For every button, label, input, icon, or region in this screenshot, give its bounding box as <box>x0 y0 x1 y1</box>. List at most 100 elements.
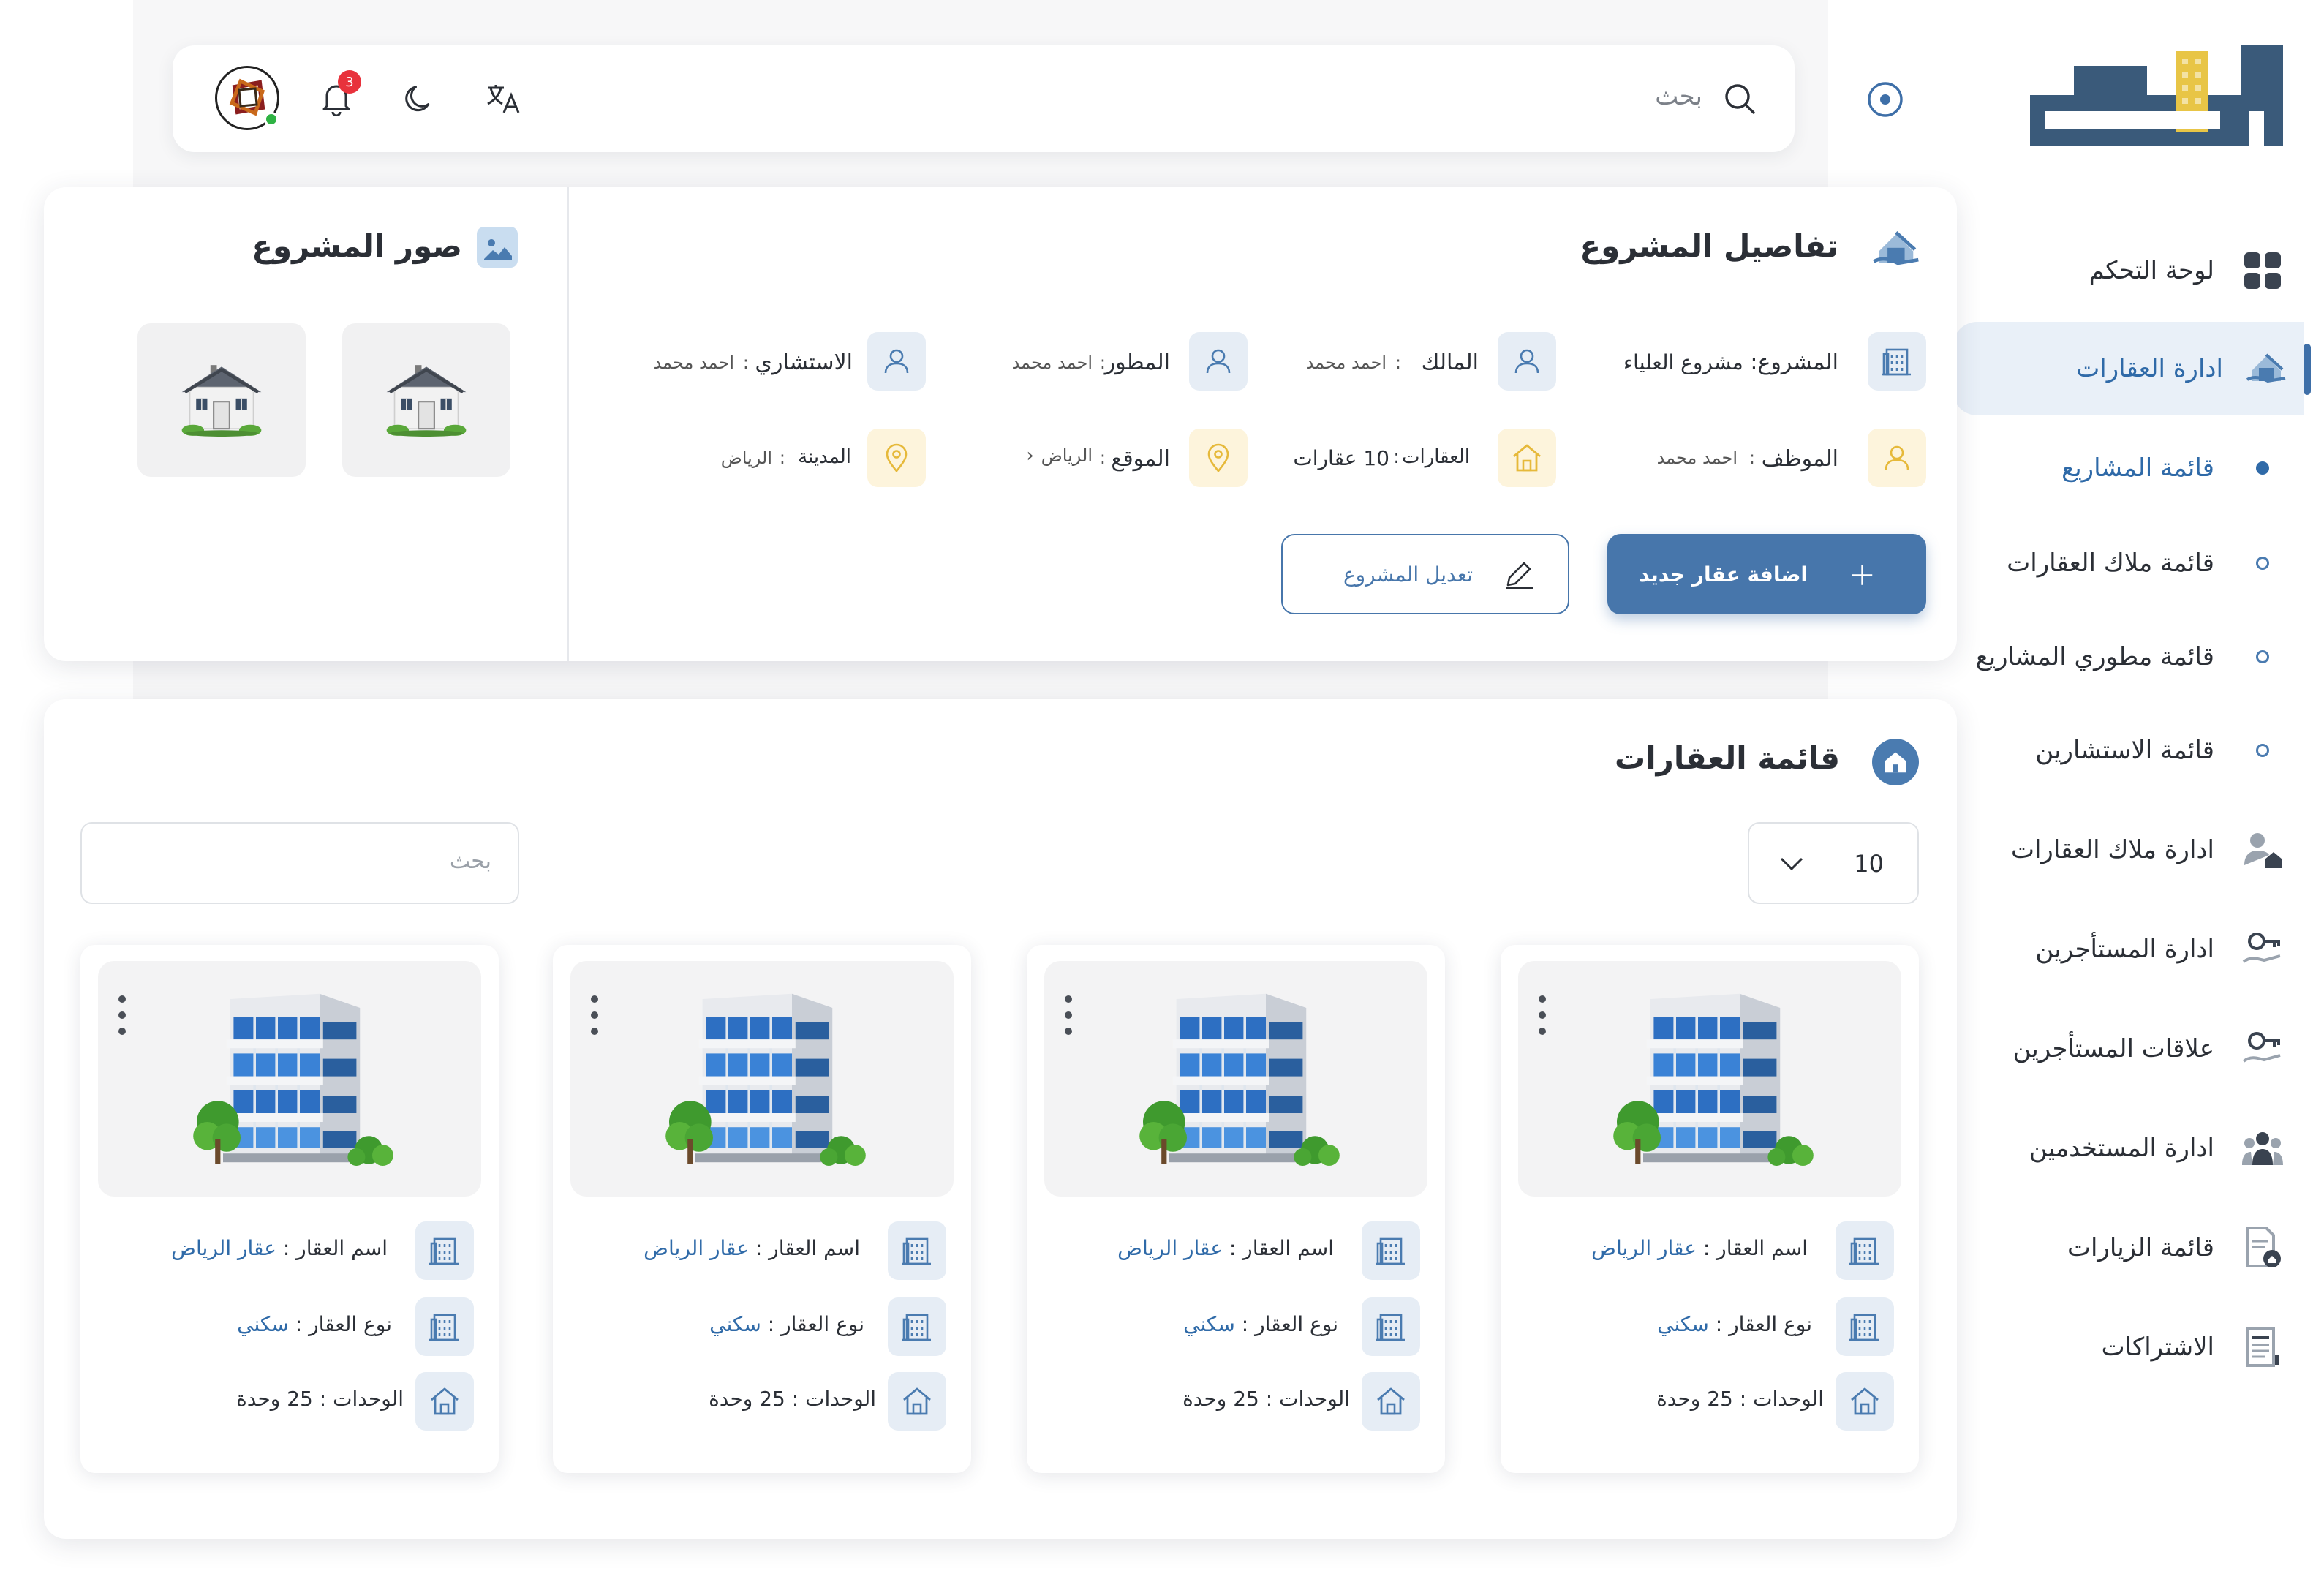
sidebar-item-property-management[interactable]: ادارة العقارات <box>1953 322 2304 415</box>
project-photo[interactable] <box>342 323 510 477</box>
sidebar-item-label: قائمة الاستشارين <box>2035 736 2214 765</box>
more-options-button[interactable] <box>1537 993 1547 1037</box>
property-name-value: عقار الرياض <box>1117 1236 1223 1260</box>
property-name-value: عقار الرياض <box>171 1236 276 1260</box>
consultant-label: الاستشاري <box>755 350 853 375</box>
chevron-down-icon <box>1780 857 1803 871</box>
properties-colon: : <box>1393 446 1400 468</box>
sidebar-item-label: قائمة مطوري المشاريع <box>1975 642 2214 671</box>
employee-user-icon <box>1868 429 1926 487</box>
sidebar-item-label: لوحة التحكم <box>2089 256 2214 285</box>
properties-label: العقارات <box>1401 446 1470 468</box>
property-name-field: اسم العقار : عقار الرياض <box>171 1236 388 1260</box>
search-input[interactable]: بحث <box>1562 75 1767 121</box>
sidebar-item-label: قائمة المشاريع <box>2061 453 2214 483</box>
notifications-button[interactable]: 3 <box>313 70 361 121</box>
property-type-field: نوع العقار : سكني <box>1657 1312 1812 1336</box>
property-card[interactable]: اسم العقار : عقار الرياض نوع العقار : سك… <box>553 945 971 1473</box>
property-type-field: نوع العقار : سكني <box>1183 1312 1338 1336</box>
project-title-icon <box>1872 224 1922 274</box>
photos-title-icon <box>477 227 518 268</box>
project-details-card: تفاصيل المشروع المشروع: مشروع العلياء ال… <box>44 187 1957 661</box>
kebab-menu-icon <box>1539 995 1546 1035</box>
project-name-value: مشروع العلياء <box>1623 350 1743 374</box>
consultant-value: احمد محمد <box>653 353 734 373</box>
property-card[interactable]: اسم العقار : عقار الرياض نوع العقار : سك… <box>80 945 499 1473</box>
more-options-button[interactable] <box>589 993 600 1037</box>
owner-colon: : <box>1395 353 1401 373</box>
property-type-label: نوع العقار : <box>767 1312 864 1336</box>
property-units-icon <box>888 1372 946 1431</box>
location-value-link[interactable]: الرياض ‹ <box>1026 445 1093 467</box>
add-property-label: اضافة عقار جديد <box>1639 562 1808 587</box>
employee-label: الموظف <box>1761 446 1838 472</box>
city-value: الرياض <box>720 448 772 468</box>
property-name-value: عقار الرياض <box>644 1236 749 1260</box>
property-image <box>1044 961 1427 1197</box>
consultant-user-icon <box>867 332 926 391</box>
property-card[interactable]: اسم العقار : عقار الرياض نوع العقار : سك… <box>1027 945 1445 1473</box>
property-card[interactable]: اسم العقار : عقار الرياض نوع العقار : سك… <box>1501 945 1919 1473</box>
edit-project-button[interactable]: تعديل المشروع <box>1281 534 1569 614</box>
active-indicator <box>2304 344 2311 395</box>
project-photo[interactable] <box>137 323 306 477</box>
employee-colon: : <box>1748 448 1755 468</box>
sidebar-item-label: قائمة الزيارات <box>2067 1233 2214 1262</box>
property-name-icon <box>888 1221 946 1280</box>
sidebar-collapse-button[interactable] <box>1865 79 1906 120</box>
subscription-icon <box>2239 1324 2286 1371</box>
property-units-text: الوحدات : 25 وحدة <box>1656 1387 1824 1411</box>
property-type-label: نوع العقار : <box>1241 1312 1338 1336</box>
plus-icon: + <box>1849 555 1876 593</box>
property-image <box>1518 961 1901 1197</box>
more-options-button[interactable] <box>1063 993 1074 1037</box>
properties-title-icon <box>1872 739 1919 786</box>
property-name-icon <box>1836 1221 1894 1280</box>
user-avatar[interactable] <box>215 66 279 130</box>
sidebar-item-label: ادارة العقارات <box>2076 354 2223 383</box>
project-name-field: المشروع: مشروع العلياء <box>1623 350 1838 375</box>
top-bar: 3 بحث <box>173 45 1795 152</box>
property-type-value: سكني <box>709 1312 761 1336</box>
office-building-icon <box>1138 992 1341 1166</box>
owner-house-icon <box>2239 826 2286 873</box>
consultant-colon: : <box>742 353 749 373</box>
more-options-button[interactable] <box>117 993 127 1037</box>
brand-logo-icon <box>2030 45 2283 146</box>
property-name-field: اسم العقار : عقار الرياض <box>1117 1236 1334 1260</box>
app-logo <box>2030 45 2298 149</box>
sidebar-item-label: قائمة ملاك العقارات <box>2007 549 2214 578</box>
page-size-value: 10 <box>1854 850 1884 878</box>
dark-mode-toggle[interactable] <box>396 75 443 121</box>
property-units-text: الوحدات : 25 وحدة <box>236 1387 404 1411</box>
dashboard-grid-icon <box>2239 247 2286 294</box>
properties-search-input[interactable]: بحث <box>80 822 519 904</box>
language-toggle[interactable] <box>480 75 527 121</box>
properties-home-icon <box>1498 429 1556 487</box>
properties-search-placeholder: بحث <box>449 848 491 874</box>
property-name-icon <box>1362 1221 1420 1280</box>
developer-value: احمد محمد <box>1011 353 1093 373</box>
property-name-value: عقار الرياض <box>1591 1236 1697 1260</box>
property-image <box>98 961 481 1197</box>
property-name-icon <box>415 1221 474 1280</box>
office-building-icon <box>192 992 395 1166</box>
kebab-menu-icon <box>591 995 598 1035</box>
users-icon <box>2239 1125 2286 1172</box>
properties-list-title: قائمة العقارات <box>1615 740 1840 776</box>
property-type-icon <box>1836 1297 1894 1356</box>
house-photo-icon <box>382 363 470 437</box>
properties-value: 10 عقارات <box>1293 446 1389 470</box>
kebab-menu-icon <box>118 995 126 1035</box>
page-size-select[interactable]: 10 <box>1748 822 1919 904</box>
project-name-label: المشروع <box>1757 350 1838 375</box>
add-property-button[interactable]: اضافة عقار جديد + <box>1607 534 1926 614</box>
active-dot-icon <box>2239 445 2286 491</box>
search-placeholder: بحث <box>1655 82 1702 111</box>
online-status-dot <box>264 112 279 127</box>
property-units-field: الوحدات : 25 وحدة <box>1656 1387 1824 1411</box>
property-type-field: نوع العقار : سكني <box>709 1312 864 1336</box>
circle-icon <box>2239 540 2286 587</box>
edit-pencil-icon <box>1506 562 1533 589</box>
edit-project-label: تعديل المشروع <box>1343 562 1473 587</box>
